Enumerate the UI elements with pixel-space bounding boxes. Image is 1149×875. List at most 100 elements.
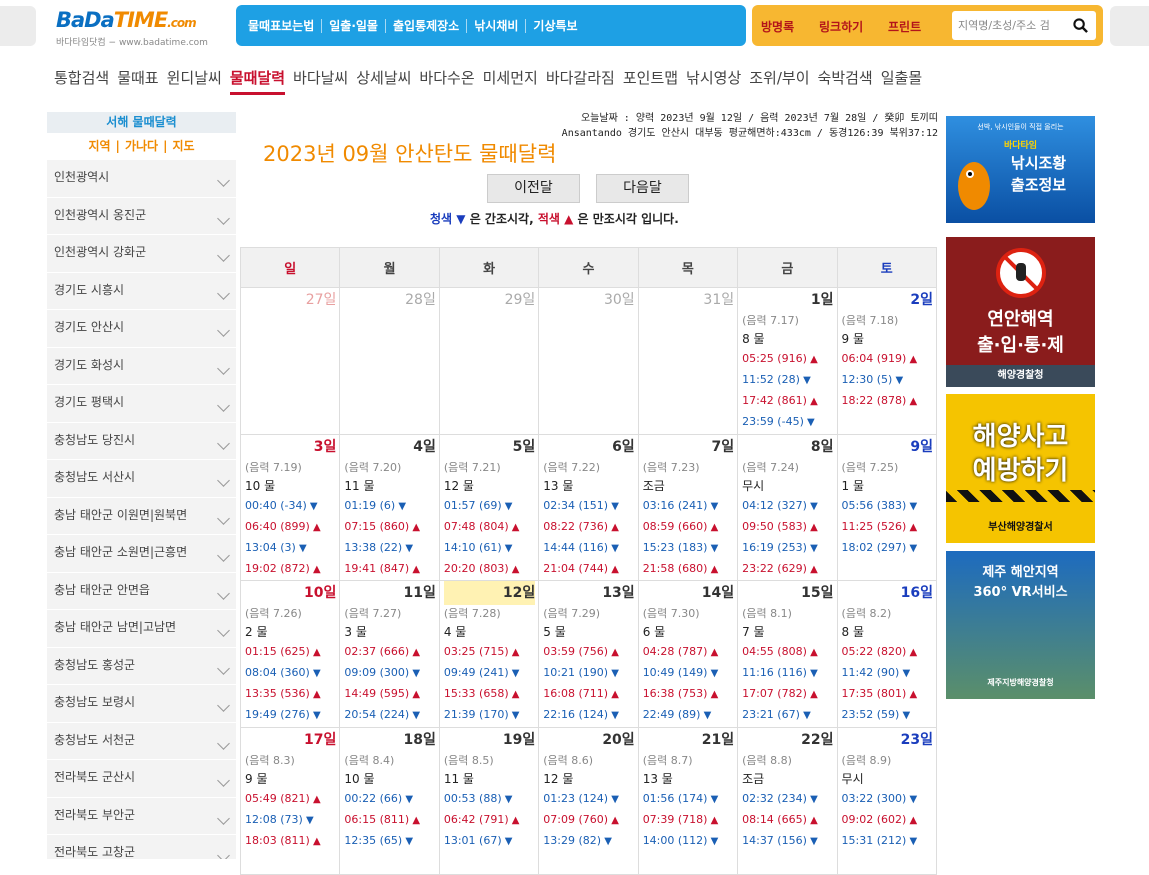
day-cell[interactable]: 11일 (음력 7.27) 3 물 02:37 (666) ▲ 09:09 (300) … bbox=[339, 580, 440, 728]
sidebar-item[interactable]: 충남 태안군 남면|고남면 bbox=[47, 610, 236, 648]
link-this-link[interactable]: 링크하기 bbox=[819, 18, 863, 35]
tide-value: 01:19 (6) bbox=[344, 499, 396, 512]
day-cell[interactable]: 22일 (음력 8.8) 조금 02:32 (234) ▼ 08:14 (665) ▲ 1… bbox=[737, 727, 838, 875]
day-cell[interactable]: 14일 (음력 7.30) 6 물 04:28 (787) ▲ 10:49 (149) … bbox=[637, 580, 739, 728]
day-cell[interactable]: 30일 bbox=[538, 287, 639, 435]
day-cell[interactable]: 31일 bbox=[637, 287, 739, 435]
high-tide-time: 08:22 (736) ▲ bbox=[543, 517, 634, 538]
logo-suffix: .com bbox=[167, 16, 196, 30]
sidebar-item[interactable]: 충남 태안군 안면읍 bbox=[47, 572, 236, 610]
day-cell[interactable]: 19일 (음력 8.5) 11 물 00:53 (88) ▼ 06:42 (791) ▲… bbox=[438, 727, 540, 875]
tab-map[interactable]: 지도 bbox=[172, 139, 194, 153]
menu-item-sea-weather[interactable]: 바다날씨 bbox=[293, 64, 348, 92]
day-cell[interactable]: 23일 (음력 8.9) 무시 03:22 (300) ▼ 09:02 (602) ▲ 1… bbox=[836, 727, 938, 875]
day-cell[interactable]: 8일 (음력 7.24) 무시 04:12 (327) ▼ 09:50 (583) ▲ 1… bbox=[737, 434, 838, 581]
marine-safety-ad[interactable]: 해양사고 예방하기 부산해양경찰서 bbox=[946, 394, 1095, 543]
guestbook-link[interactable]: 방명록 bbox=[761, 18, 794, 35]
day-cell[interactable]: 1일 (음력 7.17) 8 물 05:25 (916) ▲ 11:52 (28) ▼ 1… bbox=[737, 287, 838, 435]
menu-item-point-map[interactable]: 포인트맵 bbox=[623, 64, 678, 92]
sidebar-item[interactable]: 경기도 안산시 bbox=[47, 310, 236, 348]
sidebar-item[interactable]: 인천광역시 옹진군 bbox=[47, 197, 236, 235]
low-tide-arrow-icon: ▼ bbox=[402, 836, 414, 847]
fishing-ad[interactable]: 선박, 낚시인들이 직접 올리는 바다타임 낚시조황 출조정보 bbox=[946, 116, 1095, 223]
today-cell[interactable]: 12일 (음력 7.28) 4 물 03:25 (715) ▲ 09:49 (241) … bbox=[438, 580, 540, 728]
day-cell[interactable]: 2일 (음력 7.18) 9 물 06:04 (919) ▲ 12:30 (5) ▼ 18… bbox=[836, 287, 938, 435]
day-cell[interactable]: 21일 (음력 8.7) 13 물 01:56 (174) ▼ 07:39 (718) … bbox=[637, 727, 739, 875]
search-input[interactable] bbox=[958, 19, 1068, 32]
day-cell[interactable]: 29일 bbox=[438, 287, 540, 435]
jeju-vr-ad[interactable]: 제주 해안지역 360° VR서비스 제주지방해양경찰청 bbox=[946, 551, 1095, 699]
tab-region[interactable]: 지역 bbox=[88, 139, 110, 153]
sidebar-item[interactable]: 충청남도 홍성군 bbox=[47, 647, 236, 685]
menu-item-sunrise[interactable]: 일출몰 bbox=[881, 64, 922, 92]
day-cell[interactable]: 27일 bbox=[239, 287, 341, 435]
day-cell[interactable]: 6일 (음력 7.22) 13 물 02:34 (151) ▼ 08:22 (736) … bbox=[538, 434, 639, 581]
sidebar-item[interactable]: 경기도 화성시 bbox=[47, 347, 236, 385]
tide-value: 18:22 (878) bbox=[841, 394, 907, 407]
tide-phase: 11 물 bbox=[344, 479, 375, 493]
sidebar-item[interactable]: 충남 태안군 이원면|원북면 bbox=[47, 497, 236, 535]
sidebar-item[interactable]: 충청남도 보령시 bbox=[47, 685, 236, 723]
menu-item-sea-parting[interactable]: 바다갈라짐 bbox=[546, 64, 615, 92]
high-tide-arrow-icon: ▲ bbox=[564, 212, 574, 226]
sidebar-item[interactable]: 경기도 시흥시 bbox=[47, 272, 236, 310]
low-tide-arrow-icon: ▼ bbox=[806, 501, 818, 512]
sidebar-item[interactable]: 전라북도 부안군 bbox=[47, 797, 236, 835]
sidebar-item[interactable]: 경기도 평택시 bbox=[47, 385, 236, 423]
topnav-restricted[interactable]: 출입통제장소 bbox=[386, 18, 468, 33]
day-cell[interactable]: 28일 bbox=[339, 287, 440, 435]
tide-phase: 1 물 bbox=[841, 479, 865, 493]
print-link[interactable]: 프린트 bbox=[888, 18, 921, 35]
day-cell[interactable]: 4일 (음력 7.20) 11 물 01:19 (6) ▼ 07:15 (860) ▲ 1… bbox=[339, 434, 440, 581]
day-cell[interactable]: 10일 (음력 7.26) 2 물 01:15 (625) ▲ 08:04 (360) … bbox=[239, 580, 341, 728]
prev-month-button[interactable]: 이전달 bbox=[487, 174, 580, 203]
ad4-big2: 360° VR서비스 bbox=[973, 585, 1068, 600]
sidebar-item[interactable]: 전라북도 고창군 bbox=[47, 835, 236, 859]
low-tide-arrow-icon: ▼ bbox=[806, 668, 818, 679]
sidebar-item-label: 전라북도 부안군 bbox=[54, 807, 136, 822]
search-icon[interactable] bbox=[1073, 18, 1088, 33]
tide-legend: 청색 ▼ 은 간조시각, 적색 ▲ 은 만조시각 입니다. bbox=[430, 210, 679, 227]
day-cell[interactable]: 16일 (음력 8.2) 8 물 05:22 (820) ▲ 11:42 (90) ▼ 1… bbox=[836, 580, 938, 728]
topnav-tackle[interactable]: 낚시채비 bbox=[467, 18, 527, 33]
sidebar-item[interactable]: 충청남도 서천군 bbox=[47, 722, 236, 760]
sidebar-item[interactable]: 인천광역시 bbox=[47, 160, 236, 198]
menu-item-fishing-video[interactable]: 낚시영상 bbox=[686, 64, 741, 92]
day-cell[interactable]: 7일 (음력 7.23) 조금 03:16 (241) ▼ 08:59 (660) ▲ 1… bbox=[637, 434, 739, 581]
topnav-sunrise[interactable]: 일출·일몰 bbox=[322, 18, 386, 33]
menu-item-tide-buoy[interactable]: 조위/부이 bbox=[749, 64, 809, 92]
menu-item-detail-weather[interactable]: 상세날씨 bbox=[356, 64, 411, 92]
day-cell[interactable]: 20일 (음력 8.6) 12 물 01:23 (124) ▼ 07:09 (760) … bbox=[538, 727, 639, 875]
low-tide-time: 05:56 (383) ▼ bbox=[842, 496, 933, 517]
day-cell[interactable]: 5일 (음력 7.21) 12 물 01:57 (69) ▼ 07:48 (804) ▲… bbox=[438, 434, 540, 581]
sidebar-item[interactable]: 충청남도 서산시 bbox=[47, 460, 236, 498]
sidebar-item[interactable]: 충청남도 당진시 bbox=[47, 422, 236, 460]
topnav-weather-alert[interactable]: 기상특보 bbox=[526, 19, 584, 33]
tide-value: 20:54 (224) bbox=[344, 708, 410, 721]
legend-red-label: 적색 bbox=[537, 212, 560, 226]
site-logo[interactable]: BaDaTIME.com 바다타임닷컴 − www.badatime.com bbox=[56, 8, 226, 48]
menu-item-water-temp[interactable]: 바다수온 bbox=[419, 64, 474, 92]
day-cell[interactable]: 3일 (음력 7.19) 10 물 00:40 (-34) ▼ 06:40 (899) … bbox=[239, 434, 341, 581]
day-cell[interactable]: 15일 (음력 8.1) 7 물 04:55 (808) ▲ 11:16 (116) ▼… bbox=[737, 580, 838, 728]
menu-item-windy[interactable]: 윈디날씨 bbox=[167, 64, 222, 92]
menu-item-search[interactable]: 통합검색 bbox=[54, 64, 109, 92]
day-cell[interactable]: 9일 (음력 7.25) 1 물 05:56 (383) ▼ 11:25 (526) ▲… bbox=[836, 434, 938, 581]
day-cell[interactable]: 17일 (음력 8.3) 9 물 05:49 (821) ▲ 12:08 (73) ▼ 1… bbox=[239, 727, 341, 875]
next-month-button[interactable]: 다음달 bbox=[596, 174, 689, 203]
chevron-down-icon bbox=[217, 849, 230, 859]
low-tide-time: 03:16 (241) ▼ bbox=[643, 496, 734, 517]
sidebar-item[interactable]: 충남 태안군 소원면|근흥면 bbox=[47, 535, 236, 573]
menu-item-fine-dust[interactable]: 미세먼지 bbox=[483, 64, 538, 92]
day-cell[interactable]: 13일 (음력 7.29) 5 물 03:59 (756) ▲ 10:21 (190) … bbox=[538, 580, 639, 728]
day-cell[interactable]: 18일 (음력 8.4) 10 물 00:22 (66) ▼ 06:15 (811) ▲… bbox=[339, 727, 440, 875]
sidebar-item[interactable]: 전라북도 군산시 bbox=[47, 760, 236, 798]
menu-item-lodging[interactable]: 숙박검색 bbox=[818, 64, 873, 92]
topnav-tide-howto[interactable]: 물때표보는법 bbox=[241, 18, 323, 33]
menu-item-tide-calendar[interactable]: 물때달력 bbox=[229, 64, 286, 95]
sidebar-item[interactable]: 인천광역시 강화군 bbox=[47, 235, 236, 273]
tide-phase: 13 물 bbox=[642, 772, 673, 786]
coast-restrict-ad[interactable]: 연안해역 출·입·통·제 해양경찰청 bbox=[946, 237, 1095, 387]
tab-alphabetical[interactable]: 가나다 bbox=[125, 139, 158, 153]
menu-item-tide-table[interactable]: 물때표 bbox=[117, 64, 158, 92]
